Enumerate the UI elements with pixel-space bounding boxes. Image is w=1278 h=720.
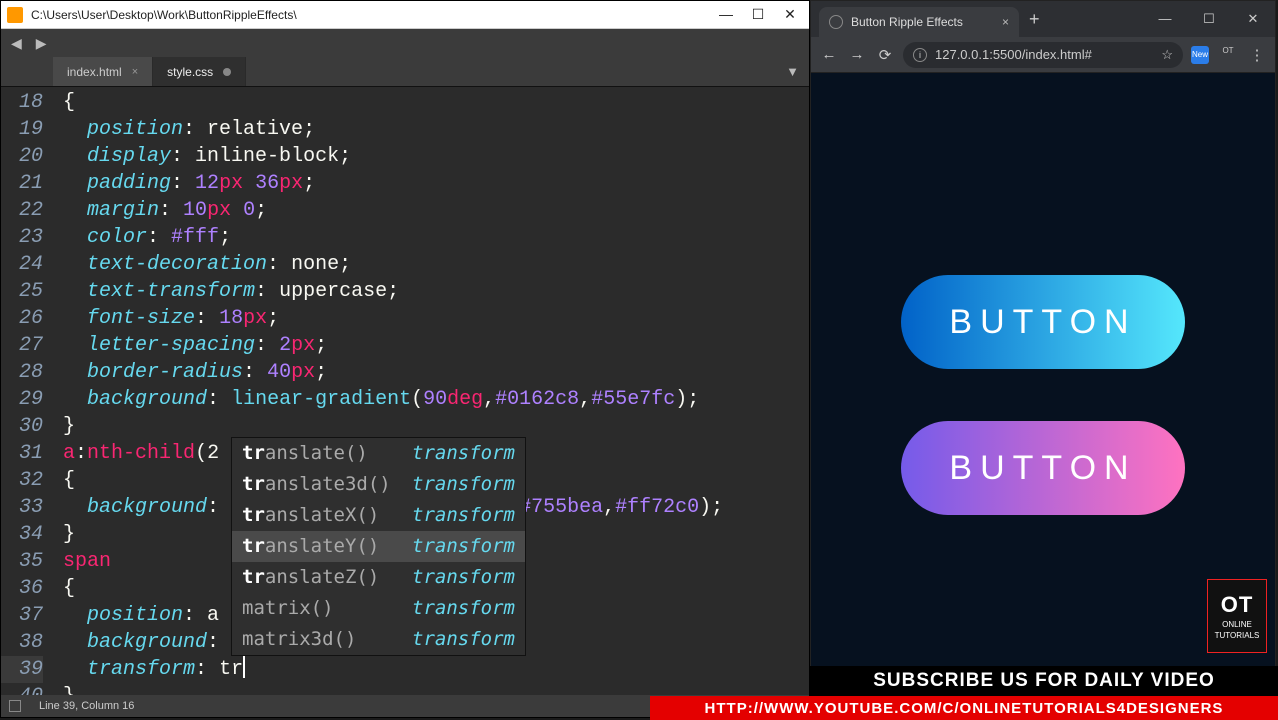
- editor-title-path: C:\Users\User\Desktop\Work\ButtonRippleE…: [31, 8, 719, 22]
- editor-tab-style-css[interactable]: style.css: [153, 57, 246, 86]
- editor-tab-label: index.html: [67, 65, 122, 79]
- editor-maximize-button[interactable]: ☐: [751, 6, 765, 23]
- page-viewport: BUTTON BUTTON OT ONLINE TUTORIALS: [811, 73, 1275, 717]
- autocomplete-item[interactable]: translate()transform: [232, 438, 525, 469]
- tab-overflow-icon[interactable]: ▼: [776, 57, 809, 86]
- ripple-button-2[interactable]: BUTTON: [901, 421, 1185, 515]
- editor-window: C:\Users\User\Desktop\Work\ButtonRippleE…: [0, 0, 810, 718]
- browser-menu-icon[interactable]: ⋮: [1247, 46, 1267, 64]
- browser-titlebar: Button Ripple Effects × + — ☐ ✕: [811, 1, 1275, 37]
- bookmark-star-icon[interactable]: ☆: [1161, 47, 1173, 63]
- autocomplete-item[interactable]: translate3d()transform: [232, 469, 525, 500]
- code-area[interactable]: 1819202122232425262728293031323334353637…: [1, 87, 809, 695]
- editor-close-button[interactable]: ✕: [783, 6, 797, 23]
- editor-minimize-button[interactable]: —: [719, 6, 733, 23]
- youtube-url-text: HTTP://WWW.YOUTUBE.COM/C/ONLINETUTORIALS…: [705, 700, 1224, 717]
- ot-watermark-big: OT: [1208, 592, 1266, 618]
- browser-window: Button Ripple Effects × + — ☐ ✕ ← → ⟳ i …: [810, 0, 1276, 718]
- autocomplete-item[interactable]: translateX()transform: [232, 500, 525, 531]
- editor-titlebar: C:\Users\User\Desktop\Work\ButtonRippleE…: [1, 1, 809, 29]
- nav-back-icon[interactable]: ←: [819, 46, 839, 63]
- new-tab-button[interactable]: +: [1019, 9, 1050, 30]
- sublime-icon: [7, 7, 23, 23]
- autocomplete-item[interactable]: matrix()transform: [232, 593, 525, 624]
- button-label: BUTTON: [949, 303, 1136, 342]
- browser-tab-close-icon[interactable]: ×: [1002, 15, 1009, 29]
- nav-forward-icon[interactable]: ▶: [32, 35, 51, 52]
- browser-toolbar: ← → ⟳ i 127.0.0.1:5500/index.html# ☆ New…: [811, 37, 1275, 73]
- button-label: BUTTON: [949, 449, 1136, 488]
- browser-window-controls: — ☐ ✕: [1143, 11, 1275, 27]
- status-icon: [9, 700, 21, 712]
- browser-tab-title: Button Ripple Effects: [851, 15, 963, 29]
- subscribe-text: SUBSCRIBE US FOR DAILY VIDEO: [873, 670, 1215, 692]
- browser-maximize-button[interactable]: ☐: [1187, 11, 1231, 27]
- line-number-gutter: 1819202122232425262728293031323334353637…: [1, 87, 53, 695]
- extension-ot-icon[interactable]: OT: [1217, 46, 1239, 64]
- address-bar[interactable]: i 127.0.0.1:5500/index.html# ☆: [903, 42, 1183, 68]
- site-info-icon[interactable]: i: [913, 48, 927, 62]
- reload-icon[interactable]: ⟳: [875, 46, 895, 64]
- editor-tab-bar: index.html × style.css ▼: [1, 57, 809, 87]
- youtube-url-banner: HTTP://WWW.YOUTUBE.COM/C/ONLINETUTORIALS…: [650, 696, 1278, 720]
- tab-close-icon[interactable]: ×: [132, 66, 138, 78]
- browser-minimize-button[interactable]: —: [1143, 11, 1187, 27]
- ot-watermark: OT ONLINE TUTORIALS: [1207, 579, 1267, 653]
- editor-nav-row: ◀ ▶: [1, 29, 809, 57]
- browser-tab[interactable]: Button Ripple Effects ×: [819, 7, 1019, 37]
- autocomplete-item[interactable]: translateY()transform: [232, 531, 525, 562]
- editor-tab-label: style.css: [167, 65, 213, 79]
- status-cursor-position: Line 39, Column 16: [39, 700, 134, 712]
- subscribe-banner: SUBSCRIBE US FOR DAILY VIDEO: [810, 666, 1278, 696]
- editor-tab-index-html[interactable]: index.html ×: [53, 57, 153, 86]
- extension-new-icon[interactable]: New: [1191, 46, 1209, 64]
- autocomplete-item[interactable]: matrix3d()transform: [232, 624, 525, 655]
- nav-forward-icon[interactable]: →: [847, 46, 867, 63]
- ot-watermark-line2: TUTORIALS: [1208, 631, 1266, 640]
- tab-dirty-icon: [223, 68, 231, 76]
- favicon-icon: [829, 15, 843, 29]
- address-url: 127.0.0.1:5500/index.html#: [935, 47, 1092, 62]
- autocomplete-item[interactable]: translateZ()transform: [232, 562, 525, 593]
- nav-back-icon[interactable]: ◀: [7, 35, 26, 52]
- browser-close-button[interactable]: ✕: [1231, 11, 1275, 27]
- autocomplete-popup[interactable]: translate()transformtranslate3d()transfo…: [231, 437, 526, 656]
- ripple-button-1[interactable]: BUTTON: [901, 275, 1185, 369]
- ot-watermark-line1: ONLINE: [1208, 620, 1266, 629]
- editor-window-controls: — ☐ ✕: [719, 6, 803, 23]
